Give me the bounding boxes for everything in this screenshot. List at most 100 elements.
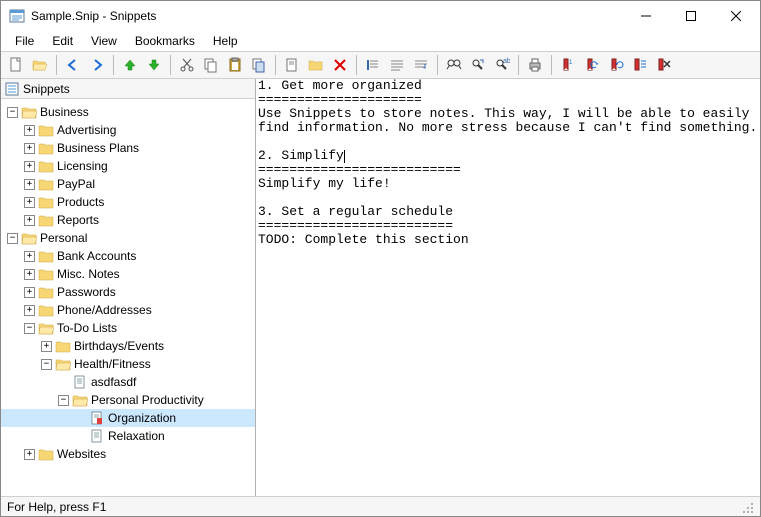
word-wrap-button[interactable] <box>410 54 432 76</box>
collapse-toggle[interactable]: − <box>41 359 52 370</box>
copy-button[interactable] <box>200 54 222 76</box>
new-button[interactable] <box>5 54 27 76</box>
statusbar: For Help, press F1 <box>1 496 760 516</box>
tree-misc[interactable]: + Misc. Notes <box>1 265 255 283</box>
maximize-button[interactable] <box>668 2 713 31</box>
minimize-button[interactable] <box>623 2 668 31</box>
new-folder-button[interactable] <box>305 54 327 76</box>
editor-text[interactable]: 1. Get more organized ==================… <box>256 79 760 496</box>
tree-personal[interactable]: − Personal <box>1 229 255 247</box>
bookmark-clear-button[interactable] <box>653 54 675 76</box>
menu-file[interactable]: File <box>7 32 42 50</box>
expand-toggle[interactable]: + <box>41 341 52 352</box>
insert-date-button[interactable] <box>386 54 408 76</box>
menu-bookmarks[interactable]: Bookmarks <box>127 32 203 50</box>
bookmark-prev-button[interactable] <box>581 54 603 76</box>
tree-business[interactable]: −Business <box>1 103 255 121</box>
tree-reports[interactable]: + Reports <box>1 211 255 229</box>
tree-label: Products <box>57 195 104 209</box>
toolbar: ab 1 <box>1 51 760 79</box>
line-items-button[interactable] <box>362 54 384 76</box>
status-text: For Help, press F1 <box>7 500 106 514</box>
svg-text:1: 1 <box>569 60 573 66</box>
menu-view[interactable]: View <box>83 32 125 50</box>
resize-grip-icon[interactable] <box>740 500 754 514</box>
tree-label: Websites <box>57 447 106 461</box>
tree-relaxation[interactable]: Relaxation <box>1 427 255 445</box>
tree-header-label: Snippets <box>23 82 70 96</box>
tree-personal-productivity[interactable]: −Personal Productivity <box>1 391 255 409</box>
delete-button[interactable] <box>329 54 351 76</box>
tree-websites[interactable]: + Websites <box>1 445 255 463</box>
expand-toggle[interactable]: + <box>24 161 35 172</box>
expand-toggle[interactable]: + <box>24 449 35 460</box>
copy-all-button[interactable] <box>248 54 270 76</box>
window-title: Sample.Snip - Snippets <box>31 9 623 23</box>
tree-header: Snippets <box>1 79 255 99</box>
expand-toggle[interactable]: + <box>24 287 35 298</box>
expand-toggle[interactable]: + <box>24 269 35 280</box>
new-note-button[interactable] <box>281 54 303 76</box>
expand-toggle[interactable]: + <box>24 305 35 316</box>
expand-toggle[interactable]: + <box>24 251 35 262</box>
menu-help[interactable]: Help <box>205 32 246 50</box>
menu-edit[interactable]: Edit <box>44 32 81 50</box>
bookmark-next-button[interactable] <box>605 54 627 76</box>
down-button[interactable] <box>143 54 165 76</box>
expand-toggle[interactable]: + <box>24 125 35 136</box>
tree-passwords[interactable]: + Passwords <box>1 283 255 301</box>
tree-products[interactable]: + Products <box>1 193 255 211</box>
tree-label: Bank Accounts <box>57 249 136 263</box>
close-button[interactable] <box>713 2 758 31</box>
cut-button[interactable] <box>176 54 198 76</box>
tree-birthdays[interactable]: +Birthdays/Events <box>1 337 255 355</box>
tree-label: Passwords <box>57 285 116 299</box>
tree-bank[interactable]: + Bank Accounts <box>1 247 255 265</box>
tree-advertising[interactable]: +Advertising <box>1 121 255 139</box>
expand-toggle[interactable]: + <box>24 197 35 208</box>
tree-label: Phone/Addresses <box>57 303 152 317</box>
collapse-toggle[interactable]: − <box>24 323 35 334</box>
back-button[interactable] <box>62 54 84 76</box>
tree-label: Health/Fitness <box>74 357 151 371</box>
tree-label: Misc. Notes <box>57 267 120 281</box>
expand-toggle[interactable]: + <box>24 143 35 154</box>
forward-button[interactable] <box>86 54 108 76</box>
bookmark1-button[interactable]: 1 <box>557 54 579 76</box>
tree-phone[interactable]: + Phone/Addresses <box>1 301 255 319</box>
tree-label: PayPal <box>57 177 95 191</box>
editor[interactable]: 1. Get more organized ==================… <box>256 79 760 496</box>
collapse-toggle[interactable]: − <box>58 395 69 406</box>
tree-label: Organization <box>108 411 176 425</box>
tree-todo[interactable]: −To-Do Lists <box>1 319 255 337</box>
svg-text:ab: ab <box>503 58 510 65</box>
print-button[interactable] <box>524 54 546 76</box>
tree-label: Licensing <box>57 159 108 173</box>
tree-paypal[interactable]: + PayPal <box>1 175 255 193</box>
tree-health[interactable]: − Health/Fitness <box>1 355 255 373</box>
tree-business-plans[interactable]: + Business Plans <box>1 139 255 157</box>
tree-label: Relaxation <box>108 429 165 443</box>
paste-button[interactable] <box>224 54 246 76</box>
app-icon <box>9 8 25 24</box>
bookmark-list-button[interactable] <box>629 54 651 76</box>
tree-panel: Snippets −Business+Advertising+Business … <box>1 79 256 496</box>
tree-label: Personal <box>40 231 87 245</box>
tree-label: Business Plans <box>57 141 139 155</box>
open-button[interactable] <box>29 54 51 76</box>
expand-toggle[interactable]: + <box>24 215 35 226</box>
expand-toggle[interactable]: + <box>24 179 35 190</box>
find-next-button[interactable] <box>467 54 489 76</box>
replace-button[interactable]: ab <box>491 54 513 76</box>
find-button[interactable] <box>443 54 465 76</box>
tree-organization[interactable]: Organization <box>1 409 255 427</box>
tree-body[interactable]: −Business+Advertising+Business Plans+Lic… <box>1 99 255 496</box>
tree-asdf[interactable]: asdfasdf <box>1 373 255 391</box>
tree-label: Reports <box>57 213 99 227</box>
collapse-toggle[interactable]: − <box>7 107 18 118</box>
collapse-toggle[interactable]: − <box>7 233 18 244</box>
tree-licensing[interactable]: + Licensing <box>1 157 255 175</box>
tree-label: asdfasdf <box>91 375 136 389</box>
up-button[interactable] <box>119 54 141 76</box>
titlebar: Sample.Snip - Snippets <box>1 1 760 31</box>
